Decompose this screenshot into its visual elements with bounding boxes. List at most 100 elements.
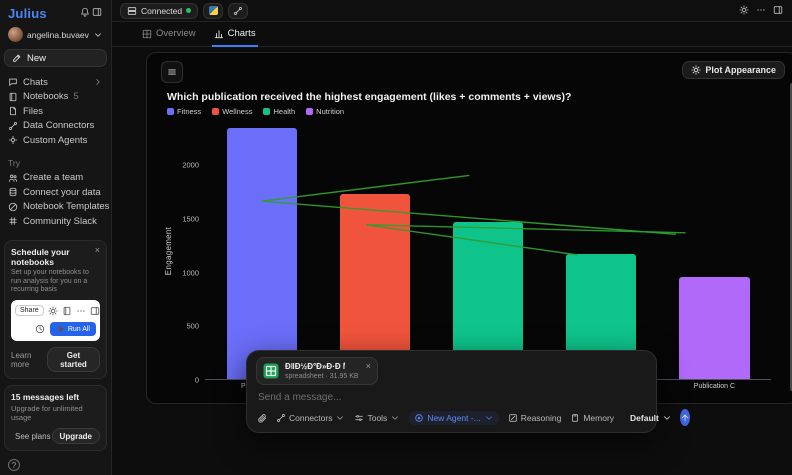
plot-area: Engagement 0500100015002000 (205, 122, 771, 380)
connected-label: Connected (141, 6, 182, 16)
messages-left-title: 15 messages left (11, 392, 100, 402)
chevron-down-icon (662, 413, 672, 423)
y-tick-2000: 2000 (169, 161, 199, 170)
help-button[interactable]: ? (8, 459, 20, 471)
send-button[interactable] (680, 409, 690, 426)
message-input[interactable] (258, 392, 649, 403)
pen-annotation-lines (205, 122, 771, 379)
sidebar-item-create-a-team[interactable]: Create a team (4, 171, 107, 186)
legend-item-wellness: Wellness (212, 107, 252, 116)
schedule-card-title: Schedule your notebooks (11, 247, 95, 267)
agent-icon (414, 413, 424, 423)
user-menu[interactable]: angelina.buvaeva.b... (4, 21, 107, 49)
sidebar-item-notebooks[interactable]: Notebooks 5 (4, 90, 107, 105)
composer-new-agent-button[interactable]: New Agent -... (409, 411, 498, 425)
slack-icon (8, 216, 18, 226)
paperclip-icon[interactable] (256, 412, 268, 424)
legend-item-fitness: Fitness (167, 107, 201, 116)
panel-icon[interactable] (772, 1, 784, 21)
sidebar-item-custom-agents[interactable]: Custom Agents (4, 133, 107, 148)
connector-badge[interactable] (228, 3, 248, 19)
sidebar-item-connect-your-data[interactable]: Connect your data (4, 185, 107, 200)
sidebar-item-community-slack[interactable]: Community Slack (4, 214, 107, 229)
close-icon[interactable]: × (95, 247, 100, 254)
memory-icon (570, 413, 580, 423)
template-icon (8, 202, 18, 212)
server-icon (127, 6, 137, 16)
composer-memory-button[interactable]: Memory (570, 413, 614, 423)
chart-menu-button[interactable] (161, 61, 183, 83)
composer-reasoning-button[interactable]: Reasoning (508, 413, 562, 423)
legend-item-health: Health (263, 107, 295, 116)
preview-share-button: Share (15, 305, 44, 316)
remove-attachment-icon[interactable]: × (366, 362, 371, 370)
y-tick-0: 0 (169, 376, 199, 385)
attachment-chip: Đ‖Đ½Đ°Đ»Đ·Đ Ñ‖Đ‖... spreadsheet · 31.95 … (256, 357, 378, 385)
model-selector[interactable]: Default (630, 413, 672, 423)
x-tick-publication-c: Publication C (658, 383, 771, 390)
try-section-header: Try (4, 148, 107, 171)
bell-icon[interactable] (79, 6, 91, 21)
dots-icon (76, 306, 86, 316)
user-name: angelina.buvaeva.b... (27, 30, 89, 40)
upgrade-button[interactable]: Upgrade (52, 428, 100, 444)
tab-bar: Overview Charts (112, 22, 792, 47)
main-area: Connected Overview Charts Plot Appearanc… (112, 0, 792, 475)
get-started-button[interactable]: Get started (47, 347, 100, 372)
gear-icon[interactable] (738, 1, 750, 21)
status-dot (186, 8, 191, 13)
message-composer: Đ‖Đ½Đ°Đ»Đ·Đ Ñ‖Đ‖... spreadsheet · 31.95 … (246, 350, 657, 433)
tab-overview[interactable]: Overview (140, 28, 198, 47)
chart-icon (214, 29, 224, 39)
connector-icon (276, 413, 286, 423)
connector-icon (233, 6, 243, 16)
sliders-icon (354, 413, 364, 423)
tab-charts[interactable]: Charts (212, 28, 258, 47)
avatar (8, 27, 23, 42)
gear-icon (691, 65, 701, 75)
schedule-card-description: Set up your notebooks to run analysis fo… (11, 269, 100, 295)
agents-icon (8, 135, 18, 145)
schedule-notebooks-card: Schedule your notebooks × Set up your no… (4, 240, 107, 379)
new-button[interactable]: New (4, 49, 107, 67)
plot-appearance-button[interactable]: Plot Appearance (682, 61, 785, 79)
y-tick-1000: 1000 (169, 268, 199, 277)
file-icon (8, 106, 18, 116)
panel-icon (90, 306, 100, 316)
sidebar-item-chats[interactable]: Chats (4, 75, 107, 90)
connector-icon (8, 121, 18, 131)
chevron-down-icon (93, 30, 103, 40)
pencil-icon (12, 53, 22, 63)
hamburger-icon (167, 67, 177, 77)
database-icon (8, 187, 18, 197)
y-tick-500: 500 (169, 322, 199, 331)
composer-connectors-button[interactable]: Connectors (276, 413, 345, 423)
panel-icon[interactable] (91, 6, 103, 21)
attachment-meta: spreadsheet · 31.95 KB (285, 373, 359, 380)
chevron-down-icon (390, 413, 400, 423)
attachment-name: Đ‖Đ½Đ°Đ»Đ·Đ Ñ‖Đ‖... (285, 362, 345, 371)
dots-icon[interactable] (755, 1, 767, 21)
new-button-label: New (27, 53, 46, 64)
grid-icon (142, 29, 152, 39)
sidebar-item-notebook-templates[interactable]: Notebook Templates (4, 200, 107, 215)
sidebar-item-files[interactable]: Files (4, 104, 107, 119)
sidebar-try-nav: Create a team Connect your data Notebook… (4, 171, 107, 229)
schedule-preview: Share Run All (11, 300, 100, 341)
see-plans-link[interactable]: See plans (11, 432, 51, 441)
spreadsheet-icon (262, 362, 280, 380)
python-icon (209, 6, 218, 15)
gear-icon (48, 306, 58, 316)
sidebar-item-data-connectors[interactable]: Data Connectors (4, 119, 107, 134)
chevron-down-icon (335, 413, 345, 423)
y-tick-1500: 1500 (169, 214, 199, 223)
learn-more-link[interactable]: Learn more (11, 351, 47, 369)
chevron-right-icon (93, 77, 103, 87)
messages-left-card: 15 messages left Upgrade for unlimited u… (4, 385, 107, 451)
chevron-down-icon (484, 413, 494, 423)
python-kernel-badge[interactable] (203, 3, 223, 19)
connected-status-pill[interactable]: Connected (120, 3, 198, 19)
reasoning-icon (508, 413, 518, 423)
preview-run-all-button: Run All (50, 322, 96, 336)
composer-tools-button[interactable]: Tools (354, 413, 400, 423)
